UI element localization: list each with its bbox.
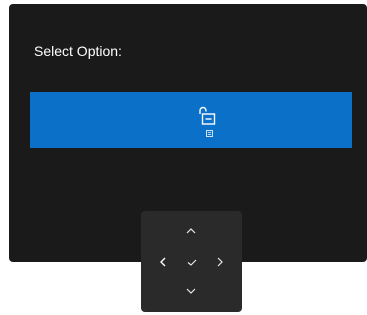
checkmark-icon[interactable] [185, 256, 199, 268]
osd-title: Select Option: [34, 43, 122, 59]
chevron-right-icon[interactable] [214, 255, 226, 269]
chevron-up-icon[interactable] [183, 225, 199, 237]
navigation-pad [141, 211, 242, 312]
unlock-option[interactable] [30, 92, 352, 148]
menu-icon [206, 130, 213, 137]
chevron-down-icon[interactable] [183, 285, 199, 297]
unlock-icon [197, 106, 217, 126]
chevron-left-icon[interactable] [157, 255, 169, 269]
